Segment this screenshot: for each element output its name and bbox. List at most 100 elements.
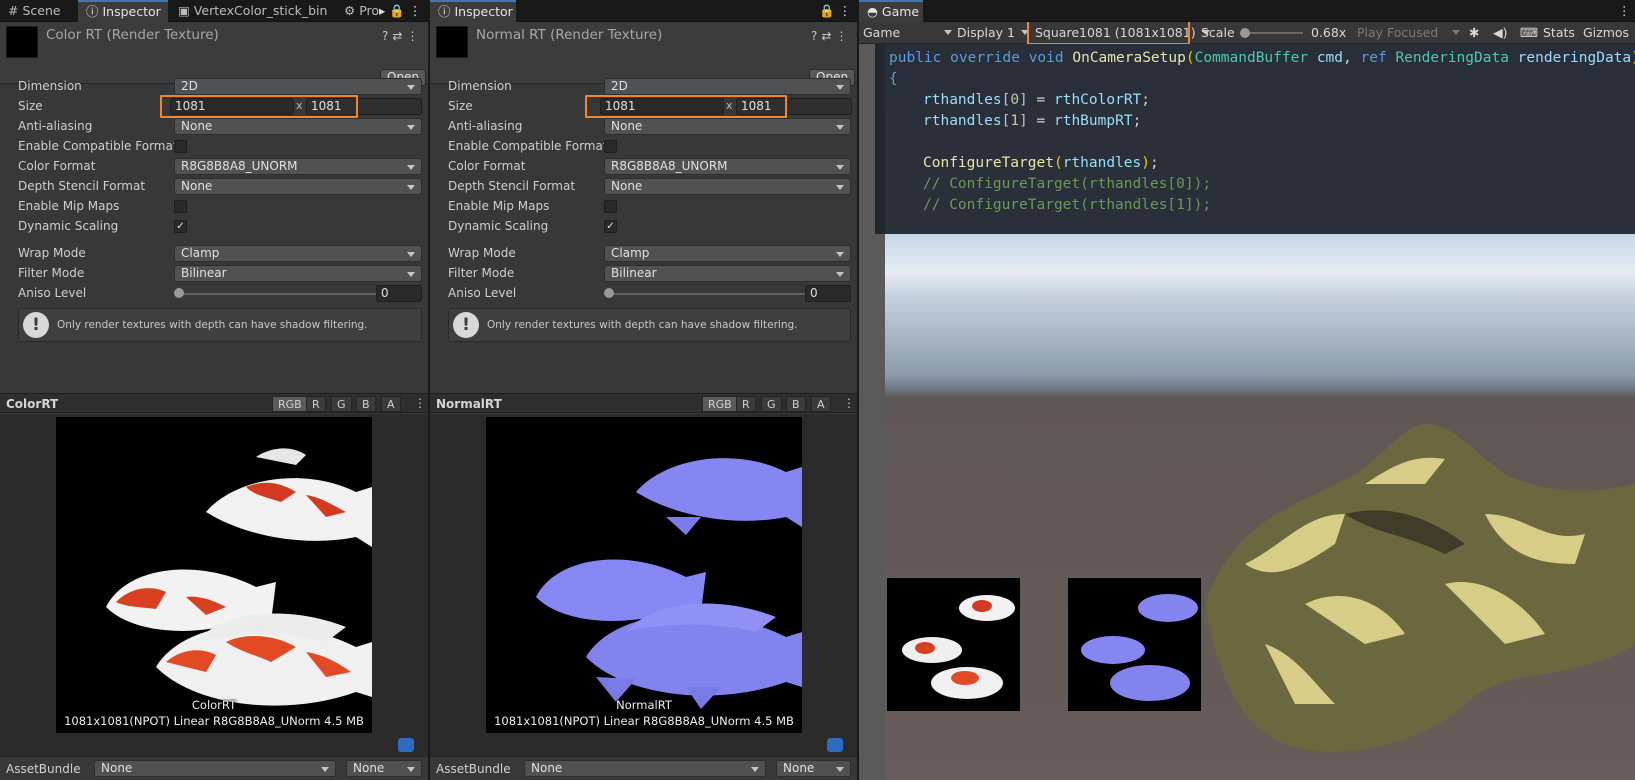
more-tabs-icon[interactable]: ▸ (379, 3, 385, 18)
code-line-6: // ConfigureTarget(rthandles[0]); (923, 176, 1212, 192)
menu-icon[interactable]: ⋮ (406, 29, 422, 43)
play-mode-dropdown[interactable]: Play Focused (1357, 25, 1461, 40)
channel-r-button[interactable]: R (736, 396, 756, 412)
gizmos-button[interactable]: Gizmos (1583, 25, 1629, 40)
mip-maps-checkbox[interactable] (604, 200, 617, 213)
info-icon: ! (23, 312, 49, 338)
dynamic-scaling-checkbox[interactable]: ✓ (174, 220, 187, 233)
mip-maps-checkbox[interactable] (174, 200, 187, 213)
channel-a-button[interactable]: A (811, 396, 831, 412)
preset-icon[interactable]: ⇄ (392, 29, 406, 43)
asset-label-tag-icon[interactable] (827, 738, 843, 752)
depth-stencil-dropdown[interactable]: None (604, 178, 851, 195)
preview-menu-icon[interactable]: ⋮ (414, 396, 426, 410)
dimension-row: Dimension 2D (430, 77, 857, 97)
filter-mode-dropdown[interactable]: Bilinear (174, 265, 422, 282)
bug-icon[interactable]: ✱ (1469, 25, 1479, 40)
lock-icon[interactable]: 🔒 (389, 3, 405, 18)
channel-b-button[interactable]: B (786, 396, 806, 412)
tab-vertexcolor[interactable]: ▣ VertexColor_stick_bin (170, 0, 336, 22)
mip-maps-row: Enable Mip Maps (430, 197, 857, 217)
aniso-slider-knob[interactable] (174, 288, 184, 298)
game-menu-icon[interactable]: ⋮ (1614, 0, 1634, 22)
compatible-format-row-label: Enable Compatible Format (448, 139, 608, 153)
info-icon: ! (453, 312, 479, 338)
channel-rgb-button[interactable]: RGB (702, 396, 738, 412)
preview-area[interactable]: NormalRT 1081x1081(NPOT) Linear R8G8B8A8… (430, 414, 857, 758)
scale-slider-knob[interactable] (1240, 28, 1250, 38)
wrap-mode-row-label: Wrap Mode (448, 246, 516, 260)
color-format-dropdown[interactable]: R8G8B8A8_UNORM (174, 158, 422, 175)
grid-icon: # (8, 3, 19, 18)
menu-icon[interactable]: ⋮ (835, 29, 851, 43)
compatible-format-checkbox[interactable] (604, 140, 617, 153)
assetbundle-variant-dropdown[interactable]: None (776, 760, 851, 777)
dimension-dropdown[interactable]: 2D (604, 78, 851, 95)
stats-button[interactable]: Stats (1543, 25, 1575, 40)
tab-inspector-2[interactable]: ⓘ Inspector (430, 0, 516, 22)
channel-g-button[interactable]: G (761, 396, 782, 412)
color-format-dropdown[interactable]: R8G8B8A8_UNORM (604, 158, 851, 175)
help-icon[interactable]: ? (382, 29, 392, 43)
channel-rgb-button[interactable]: RGB (272, 396, 308, 412)
dynamic-scaling-checkbox[interactable]: ✓ (604, 220, 617, 233)
middle-tab-bar: ⓘ Inspector 🔒 ⋮ (430, 0, 857, 22)
audio-icon[interactable]: ◀) (1493, 25, 1508, 40)
aniso-level-row: Aniso Level 0 (430, 284, 857, 304)
asset-label-tag-icon[interactable] (398, 738, 414, 752)
dimension-dropdown[interactable]: 2D (174, 78, 422, 95)
code-overlay: public override void OnCameraSetup(Comma… (875, 44, 1635, 234)
aniso-slider-knob[interactable] (604, 288, 614, 298)
compatible-format-checkbox[interactable] (174, 140, 187, 153)
aniso-field[interactable]: 0 (376, 285, 422, 302)
filter-mode-row-label: Filter Mode (448, 266, 515, 280)
normal-rt-overlay (1068, 578, 1201, 711)
game-panel: Game Display 1 Square1081 (1081x1081) Sc… (859, 22, 1635, 780)
channel-g-button[interactable]: G (331, 396, 352, 412)
aniso-slider[interactable] (608, 293, 807, 295)
help-icon[interactable]: ? (811, 29, 821, 43)
tab-inspector[interactable]: ⓘ Inspector (78, 0, 168, 22)
aniso-slider[interactable] (178, 293, 378, 295)
menu-icon[interactable]: ⋮ (839, 3, 852, 18)
keyboard-icon[interactable]: ⌨ (1520, 25, 1538, 40)
dynamic-scaling-row: Dynamic Scaling ✓ (430, 217, 857, 237)
color-format-row-label: Color Format (448, 159, 526, 173)
assetbundle-name-dropdown[interactable]: None (524, 760, 766, 777)
channel-b-button[interactable]: B (356, 396, 376, 412)
tab-scene[interactable]: # Scene (0, 0, 82, 22)
channel-r-button[interactable]: R (306, 396, 326, 412)
anti-aliasing-dropdown[interactable]: None (174, 118, 422, 135)
wrap-mode-row: Wrap Mode Clamp (430, 244, 857, 264)
anti-aliasing-row: Anti-aliasing None (430, 117, 857, 137)
display-dropdown[interactable]: Display 1 (957, 25, 1030, 40)
dimension-row: Dimension 2D (0, 77, 428, 97)
filter-mode-dropdown[interactable]: Bilinear (604, 265, 851, 282)
color-format-row-label: Color Format (18, 159, 96, 173)
lock-icon[interactable]: 🔒 (819, 3, 835, 18)
channel-a-button[interactable]: A (381, 396, 401, 412)
preset-icon[interactable]: ⇄ (821, 29, 835, 43)
preview-menu-icon[interactable]: ⋮ (843, 396, 855, 410)
game-mode-dropdown[interactable]: Game (863, 25, 953, 40)
code-line-3: rthandles[0] = rthColorRT; (923, 92, 1151, 108)
wrap-mode-row: Wrap Mode Clamp (0, 244, 428, 264)
anti-aliasing-row: Anti-aliasing None (0, 117, 428, 137)
assetbundle-variant-dropdown[interactable]: None (346, 760, 422, 777)
aniso-field[interactable]: 0 (805, 285, 851, 302)
wrap-mode-dropdown[interactable]: Clamp (174, 245, 422, 262)
wrap-mode-dropdown[interactable]: Clamp (604, 245, 851, 262)
filter-mode-row: Filter Mode Bilinear (0, 264, 428, 284)
tab-controls: 🔒 ⋮ (815, 0, 857, 22)
preview-area[interactable]: ColorRT 1081x1081(NPOT) Linear R8G8B8A8_… (0, 414, 428, 758)
depth-stencil-dropdown[interactable]: None (174, 178, 422, 195)
color-rt-overlay (887, 578, 1020, 711)
compatible-format-row: Enable Compatible Format (430, 137, 857, 157)
menu-icon[interactable]: ⋮ (409, 3, 422, 18)
assetbundle-name-dropdown[interactable]: None (94, 760, 336, 777)
tab-game[interactable]: ◓ Game (859, 0, 923, 22)
info-icon: ⓘ (438, 4, 451, 19)
scale-slider[interactable] (1243, 32, 1303, 34)
info-helpbox: ! Only render textures with depth can ha… (448, 308, 851, 342)
anti-aliasing-dropdown[interactable]: None (604, 118, 851, 135)
